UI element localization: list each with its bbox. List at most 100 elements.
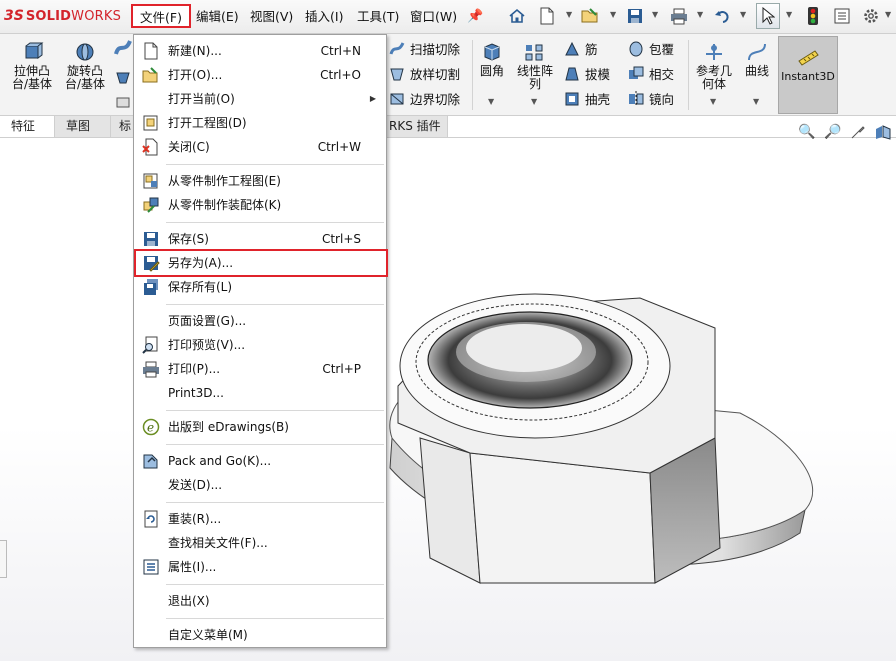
- linear-pattern-button[interactable]: 线性阵 列: [512, 42, 558, 91]
- menu-item-save-as[interactable]: 另存为(A)...: [134, 249, 388, 277]
- chevron-down-icon[interactable]: ▼: [566, 10, 572, 19]
- chevron-down-icon[interactable]: ▼: [531, 97, 537, 106]
- brand-solid-text: SOLID: [25, 8, 72, 24]
- menu-item-label: Print3D...: [168, 386, 224, 400]
- fillet-label: 圆角: [479, 64, 504, 78]
- chevron-down-icon[interactable]: ▼: [753, 97, 759, 106]
- section-view-icon[interactable]: [874, 124, 892, 144]
- chevron-down-icon[interactable]: ▼: [786, 10, 792, 19]
- menu-tools[interactable]: 工具(T): [353, 8, 403, 26]
- intersect-button[interactable]: 相交: [627, 64, 674, 83]
- open-folder-icon: [142, 67, 158, 83]
- menu-item-open-drawing[interactable]: 打开工程图(D): [134, 112, 386, 134]
- menu-item-pack-and-go[interactable]: Pack and Go(K)...: [134, 450, 386, 472]
- undo-icon[interactable]: [712, 5, 734, 27]
- menu-item-shortcut: Ctrl+N: [320, 44, 361, 58]
- menu-item-send[interactable]: 发送(D)...: [134, 474, 386, 496]
- menu-item-find-references[interactable]: 查找相关文件(F)...: [134, 532, 386, 554]
- menu-item-save-all[interactable]: 保存所有(L): [134, 276, 386, 298]
- tab-markup[interactable]: 标: [111, 116, 135, 137]
- menu-item-make-drawing[interactable]: 从零件制作工程图(E): [134, 170, 386, 192]
- fillet-button[interactable]: 圆角: [476, 42, 508, 78]
- draft-button[interactable]: 拔模: [563, 64, 610, 83]
- save-icon[interactable]: [624, 5, 646, 27]
- menu-item-open[interactable]: 打开(O)... Ctrl+O: [134, 64, 386, 86]
- make-drawing-icon: [143, 173, 158, 189]
- menu-item-print[interactable]: 打印(P)... Ctrl+P: [134, 358, 386, 380]
- lofted-cut-button[interactable]: 放样切割: [388, 64, 460, 83]
- menu-item-print-preview[interactable]: 打印预览(V)...: [134, 334, 386, 356]
- menu-item-customize-menu[interactable]: 自定义菜单(M): [134, 624, 386, 646]
- menu-view[interactable]: 视图(V): [246, 8, 297, 26]
- revolved-boss-label-1: 旋转凸: [66, 64, 103, 78]
- menu-item-shortcut: Ctrl+O: [320, 68, 361, 82]
- menu-item-label: 保存所有(L): [168, 280, 233, 294]
- options-gear-icon[interactable]: [860, 5, 882, 27]
- curves-button[interactable]: 曲线: [740, 42, 774, 78]
- menu-item-page-setup[interactable]: 页面设置(G)...: [134, 310, 386, 332]
- menu-file[interactable]: 文件(F): [131, 4, 191, 28]
- open-icon[interactable]: [580, 5, 602, 27]
- chevron-down-icon[interactable]: ▼: [652, 10, 658, 19]
- shell-button[interactable]: 抽壳: [563, 89, 610, 108]
- menu-item-publish-edrawings[interactable]: e 出版到 eDrawings(B): [134, 416, 386, 438]
- tab-solidworks-addins[interactable]: RKS 插件: [386, 116, 448, 137]
- shell-icon: [565, 92, 579, 105]
- tab-features[interactable]: 特征: [0, 116, 55, 137]
- menu-separator: [166, 444, 384, 445]
- new-document-icon: [144, 42, 158, 60]
- chevron-down-icon[interactable]: ▼: [710, 97, 716, 106]
- menu-insert[interactable]: 插入(I): [301, 8, 347, 26]
- menu-item-close[interactable]: 关闭(C) Ctrl+W: [134, 136, 386, 158]
- mirror-button[interactable]: 镜向: [627, 89, 674, 108]
- previous-view-icon[interactable]: [850, 124, 866, 144]
- reference-geometry-button[interactable]: 参考几 何体: [692, 42, 736, 91]
- rebuild-traffic-light-icon[interactable]: [802, 5, 824, 27]
- menu-item-print3d[interactable]: Print3D...: [134, 382, 386, 404]
- revolved-boss-button[interactable]: 旋转凸 台/基体: [60, 42, 110, 91]
- linear-pattern-label-2: 列: [528, 77, 541, 91]
- menu-item-label: 发送(D)...: [168, 478, 223, 492]
- swept-cut-button[interactable]: 扫描切除: [388, 39, 460, 58]
- rib-button[interactable]: 筋: [563, 39, 598, 58]
- chevron-down-icon[interactable]: ▼: [610, 10, 616, 19]
- menu-item-save[interactable]: 保存(S) Ctrl+S: [134, 228, 386, 250]
- sweep-boss-icons-column[interactable]: [113, 38, 133, 108]
- menu-separator: [166, 222, 384, 223]
- file-properties-icon[interactable]: [831, 5, 853, 27]
- menu-item-label: 重装(R)...: [168, 512, 222, 526]
- chevron-down-icon[interactable]: ▼: [697, 10, 703, 19]
- chevron-down-icon[interactable]: ▼: [488, 97, 494, 106]
- menu-item-make-assembly[interactable]: 从零件制作装配体(K): [134, 194, 386, 216]
- menu-item-shortcut: Ctrl+P: [322, 362, 361, 376]
- chevron-down-icon[interactable]: ▼: [885, 10, 891, 19]
- menu-item-open-current[interactable]: 打开当前(O) ▶: [134, 88, 386, 110]
- boundary-cut-button[interactable]: 边界切除: [388, 89, 460, 108]
- instant3d-button[interactable]: Instant3D: [778, 36, 838, 114]
- menu-separator: [166, 410, 384, 411]
- zoom-to-area-icon[interactable]: 🔎: [824, 124, 841, 140]
- menu-item-label: 自定义菜单(M): [168, 628, 248, 642]
- zoom-to-fit-icon[interactable]: 🔍: [798, 124, 815, 140]
- loft-boss-icon: [116, 72, 130, 84]
- menu-item-reload[interactable]: 重装(R)...: [134, 508, 386, 530]
- extruded-boss-button[interactable]: 拉伸凸 台/基体: [8, 42, 56, 91]
- menu-item-exit[interactable]: 退出(X): [134, 590, 386, 612]
- intersect-label: 相交: [649, 67, 675, 82]
- new-file-icon[interactable]: [536, 5, 558, 27]
- menu-item-properties[interactable]: 属性(I)...: [134, 556, 386, 578]
- menu-window[interactable]: 窗口(W): [406, 8, 461, 26]
- feature-manager-collapse-handle[interactable]: [0, 540, 7, 578]
- print-icon[interactable]: [668, 5, 690, 27]
- chevron-down-icon[interactable]: ▼: [740, 10, 746, 19]
- select-pointer-icon[interactable]: [756, 3, 780, 29]
- wrap-button[interactable]: 包覆: [627, 39, 674, 58]
- menu-separator: [166, 164, 384, 165]
- swept-cut-label: 扫描切除: [410, 42, 461, 57]
- pin-icon[interactable]: 📌: [467, 9, 483, 24]
- menu-item-new[interactable]: 新建(N)... Ctrl+N: [134, 40, 386, 62]
- tab-sketch[interactable]: 草图: [55, 116, 111, 137]
- menu-edit[interactable]: 编辑(E): [192, 8, 243, 26]
- menu-item-label: 属性(I)...: [168, 560, 217, 574]
- home-icon[interactable]: [506, 5, 528, 27]
